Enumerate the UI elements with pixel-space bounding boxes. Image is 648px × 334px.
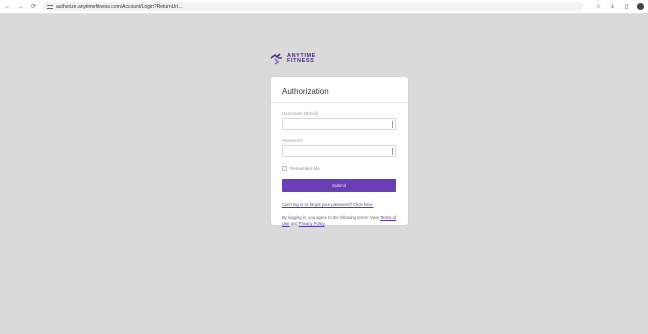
- submit-button[interactable]: Submit: [282, 179, 396, 192]
- site-settings-icon[interactable]: [47, 4, 53, 10]
- password-label: Password: [282, 138, 302, 143]
- brand-line2: FITNESS: [287, 58, 315, 64]
- brand-wordmark: ANYTIME FITNESS: [287, 53, 316, 64]
- side-panel-icon[interactable]: ▯: [623, 3, 630, 10]
- page-title: Authorization: [282, 87, 329, 96]
- back-icon[interactable]: ←: [4, 3, 11, 10]
- reload-icon[interactable]: ⟳: [30, 3, 37, 10]
- forgot-password-link[interactable]: Can't log in or forgot your password? Cl…: [282, 202, 397, 207]
- terms-suffix: .: [324, 221, 326, 226]
- download-icon[interactable]: ⤓: [609, 3, 616, 10]
- remember-me-row[interactable]: Remember Me: [282, 165, 397, 171]
- browser-actions: ☆ ⤓ ▯: [595, 3, 644, 10]
- brand-logo: ANYTIME FITNESS: [270, 52, 350, 66]
- username-input[interactable]: [282, 118, 396, 130]
- forward-icon[interactable]: →: [17, 3, 24, 10]
- title-divider: [271, 102, 408, 103]
- url-text: authorize.anytimefitness.com/Account/Log…: [56, 3, 183, 10]
- bookmark-star-icon[interactable]: ☆: [595, 3, 602, 10]
- terms-and: and: [289, 221, 299, 226]
- address-bar[interactable]: authorize.anytimefitness.com/Account/Log…: [43, 2, 583, 11]
- browser-toolbar: ← → ⟳ authorize.anytimefitness.com/Accou…: [0, 0, 648, 14]
- terms-prefix: By logging in, you agree to the followin…: [282, 215, 381, 220]
- login-card: Authorization Username (Email) Password …: [271, 77, 408, 227]
- terms-text: By logging in, you agree to the followin…: [282, 215, 398, 227]
- running-man-logo-icon: [270, 53, 282, 65]
- username-label: Username (Email): [282, 111, 319, 116]
- remember-me-label[interactable]: Remember Me: [290, 166, 320, 171]
- profile-avatar[interactable]: [637, 3, 644, 10]
- remember-me-checkbox[interactable]: [282, 165, 287, 171]
- privacy-policy-link[interactable]: Privacy Policy: [299, 221, 325, 226]
- password-input[interactable]: [282, 145, 396, 157]
